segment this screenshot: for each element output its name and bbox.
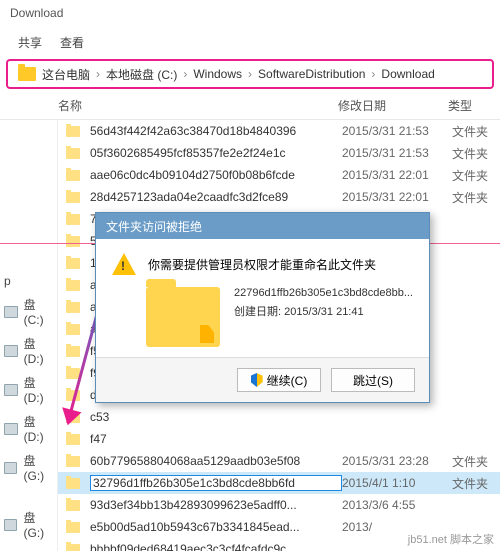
table-row[interactable]: f47 [58,428,500,450]
file-date: 2015/3/31 21:53 [342,146,452,160]
sidebar-item[interactable]: 盘 (D:) [0,409,57,448]
disk-icon [4,384,18,396]
file-name: 93d3ef34bb13b42893099623e5adff0... [90,498,342,512]
file-name: bbbbf09ded68419aec3c3cf4fcafdc9c... [90,542,342,551]
folder-icon [64,170,82,181]
folder-icon [64,302,82,313]
sidebar-item[interactable]: 盘 (D:) [0,370,57,409]
shield-icon [251,373,263,387]
disk-icon [4,423,18,435]
table-row[interactable]: 32796d1ffb26b305e1c3bd8cde8bb6fd2015/4/1… [58,472,500,494]
file-type: 文件夹 [452,453,488,470]
file-date: 2013/3/6 4:55 [342,498,452,512]
file-type: 文件夹 [452,167,488,184]
sidebar-item[interactable]: 盘 (D:) [0,331,57,370]
window-title: Download [0,0,500,28]
dialog-created-date: 创建日期: 2015/3/31 21:41 [234,303,413,319]
file-name: 60b779658804068aa5129aadb03e5f08 [90,454,342,468]
folder-icon [64,126,82,137]
watermark: jb51.net 脚本之家 [408,531,494,547]
folder-icon [64,192,82,203]
chevron-right-icon: › [242,67,258,81]
file-name: 28d4257123ada04e2caadfc3d2fce89 [90,190,342,204]
table-row[interactable]: aae06c0dc4b09104d2750f0b08b6fcde2015/3/3… [58,164,500,186]
disk-icon [4,306,18,318]
warning-icon [112,253,136,275]
folder-icon [64,412,82,423]
file-name: c53 [90,410,342,424]
sidebar-item[interactable]: p [0,270,57,292]
folder-icon [64,478,82,489]
file-name: aae06c0dc4b09104d2750f0b08b6fcde [90,168,342,182]
folder-icon [64,390,82,401]
file-type: 文件夹 [452,475,488,492]
folder-icon [64,258,82,269]
table-row[interactable]: 05f3602685495fcf85357fe2e2f24e1c2015/3/3… [58,142,500,164]
sidebar: p 盘 (C:) 盘 (D:) 盘 (D:) 盘 (D:) 盘 (G:) 盘 (… [0,120,58,551]
folder-icon [64,346,82,357]
file-name: 32796d1ffb26b305e1c3bd8cde8bb6fd [90,475,342,491]
chevron-right-icon: › [177,67,193,81]
folder-icon [64,368,82,379]
sidebar-item[interactable]: 盘 (C:) [0,292,57,331]
continue-button[interactable]: 继续(C) [237,368,321,392]
disk-icon [4,345,18,357]
crumb-swdist[interactable]: SoftwareDistribution [258,67,365,81]
ribbon-tabs: 共享 查看 [0,28,500,56]
folder-icon [64,434,82,445]
disk-icon [4,519,17,531]
file-date: 2015/3/31 22:01 [342,168,452,182]
folder-icon [64,500,82,511]
sidebar-item[interactable]: 盘 (G:) [0,448,57,487]
file-name: 56d43f442f42a63c38470d18b4840396 [90,124,342,138]
table-row[interactable]: 60b779658804068aa5129aadb03e5f082015/3/3… [58,450,500,472]
file-name: e5b00d5ad10b5943c67b3341845ead... [90,520,342,534]
file-date: 2015/3/31 21:53 [342,124,452,138]
chevron-right-icon: › [90,67,106,81]
dialog-title: 文件夹访问被拒绝 [96,213,429,239]
table-row[interactable]: 56d43f442f42a63c38470d18b48403962015/3/3… [58,120,500,142]
sidebar-item[interactable]: 盘 (G:) [0,505,57,544]
folder-icon [146,287,220,347]
folder-icon [64,280,82,291]
file-name: 05f3602685495fcf85357fe2e2f24e1c [90,146,342,160]
crumb-download[interactable]: Download [381,67,434,81]
skip-button[interactable]: 跳过(S) [331,368,415,392]
folder-icon [64,236,82,247]
tab-view[interactable]: 查看 [60,34,84,51]
file-type: 文件夹 [452,145,488,162]
table-row[interactable]: 28d4257123ada04e2caadfc3d2fce892015/3/31… [58,186,500,208]
file-date: 2015/3/31 22:01 [342,190,452,204]
dialog-folder-name: 22796d1ffb26b305e1c3bd8cde8bb... [234,287,413,299]
folder-icon [64,544,82,551]
file-date: 2015/3/31 23:28 [342,454,452,468]
crumb-drive[interactable]: 本地磁盘 (C:) [106,66,177,83]
crumb-pc[interactable]: 这台电脑 [42,66,90,83]
tab-share[interactable]: 共享 [18,34,42,51]
address-bar[interactable]: 这台电脑› 本地磁盘 (C:)› Windows› SoftwareDistri… [0,56,500,92]
file-date: 2015/4/1 1:10 [342,476,452,490]
folder-icon [64,148,82,159]
access-denied-dialog: 文件夹访问被拒绝 你需要提供管理员权限才能重命名此文件夹 22796d1ffb2… [95,212,430,403]
table-row[interactable]: 93d3ef34bb13b42893099623e5adff0...2013/3… [58,494,500,516]
chevron-right-icon: › [365,67,381,81]
folder-icon [64,522,82,533]
dialog-message: 你需要提供管理员权限才能重命名此文件夹 [148,256,376,273]
folder-icon [18,67,36,81]
col-type[interactable]: 类型 [448,97,472,114]
column-headers: 名称 修改日期 类型 [0,92,500,120]
table-row[interactable]: c53 [58,406,500,428]
folder-icon [64,214,82,225]
file-type: 文件夹 [452,189,488,206]
folder-icon [64,456,82,467]
col-date[interactable]: 修改日期 [338,97,448,114]
disk-icon [4,462,17,474]
col-name[interactable]: 名称 [58,97,338,114]
file-name: f47 [90,432,342,446]
file-type: 文件夹 [452,123,488,140]
folder-icon [64,324,82,335]
crumb-windows[interactable]: Windows [193,67,242,81]
